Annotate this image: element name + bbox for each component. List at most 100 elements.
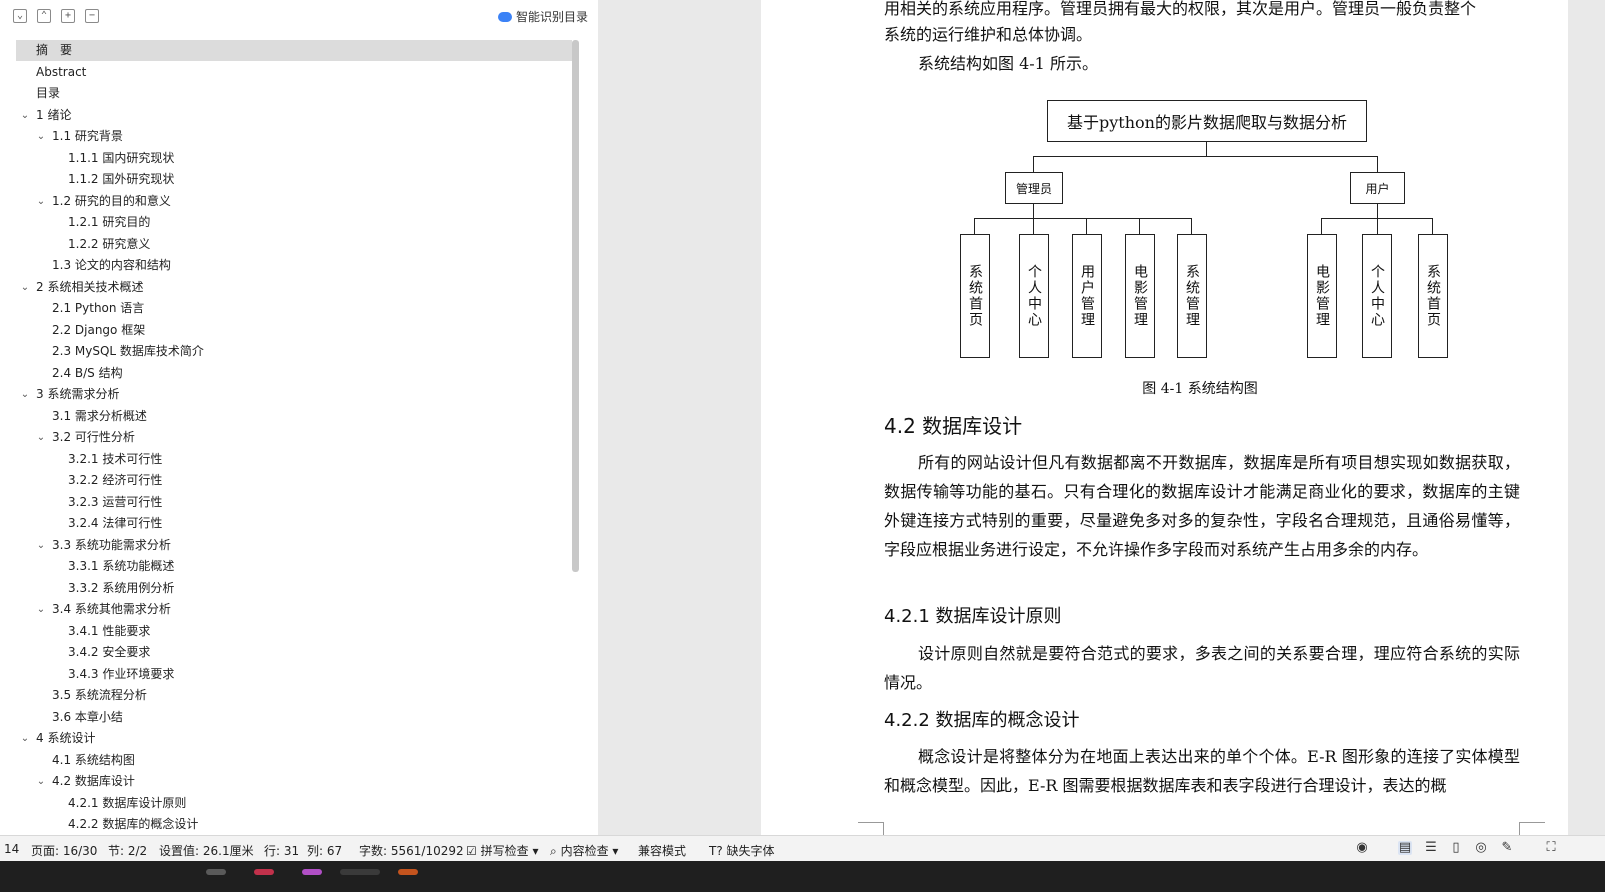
chevron-down-icon[interactable]: ⌄ bbox=[20, 728, 30, 749]
toc-item[interactable]: 3.2.4 法律可行性 bbox=[16, 513, 572, 534]
page-corner-mark bbox=[858, 822, 884, 823]
toc-item-label: 1.3 论文的内容和结构 bbox=[52, 258, 171, 272]
taskbar-app-icon[interactable] bbox=[254, 869, 274, 875]
plus-icon[interactable]: + bbox=[61, 9, 75, 23]
toc-item[interactable]: 3.2.3 运营可行性 bbox=[16, 492, 572, 513]
page-corner-mark bbox=[1519, 822, 1545, 823]
toc-item[interactable]: 3.4.2 安全要求 bbox=[16, 642, 572, 663]
principle-paragraph: 设计原则自然就是要符合范式的要求，多表之间的关系要合理，理应符合系统的实际情况。 bbox=[884, 644, 1520, 692]
chevron-down-icon[interactable]: ⌄ bbox=[20, 277, 30, 298]
web-view-icon[interactable]: ◎ bbox=[1474, 841, 1488, 855]
chevron-down-icon[interactable]: ⌄ bbox=[36, 535, 46, 556]
status-left-num: 14 bbox=[4, 842, 20, 856]
diagram-line bbox=[1206, 141, 1207, 156]
chevron-down-icon[interactable]: ⌄ bbox=[20, 384, 30, 405]
navigation-pane: ⌄ ⌃ + − 智能识别目录 摘 要 Abstract 目录 ⌄ 1 绪论 ⌄ 1.1 研究… bbox=[0, 0, 598, 855]
toc-item-label: 3.2 可行性分析 bbox=[52, 430, 135, 444]
expand-all-icon[interactable]: ⌄ bbox=[13, 9, 27, 23]
toc-item[interactable]: 4.1 系统结构图 bbox=[16, 750, 572, 771]
status-words[interactable]: 字数: 5561/10292 bbox=[359, 842, 464, 859]
content-check-button[interactable]: ⌕ 内容检查 ▾ bbox=[550, 842, 618, 859]
toc-item-label: 1.2.2 研究意义 bbox=[68, 236, 151, 251]
collapse-all-icon[interactable]: ⌃ bbox=[37, 9, 51, 23]
pen-icon[interactable]: ✎ bbox=[1500, 841, 1514, 855]
toc-item[interactable]: 3.2.1 技术可行性 bbox=[16, 449, 572, 470]
toc-item[interactable]: ⌄ 1.1 研究背景 bbox=[16, 126, 572, 147]
toc-item[interactable]: ⌄ 3 系统需求分析 bbox=[16, 384, 572, 405]
page-view-icon[interactable]: ▤ bbox=[1398, 841, 1412, 855]
eye-icon[interactable]: ◉ bbox=[1355, 841, 1369, 855]
toc-item[interactable]: ⌄ 1.2 研究的目的和意义 bbox=[16, 191, 572, 212]
toc-item[interactable]: 4.2.2 数据库的概念设计 bbox=[16, 814, 572, 835]
status-page[interactable]: 页面: 16/30 bbox=[31, 842, 97, 859]
missing-font-button[interactable]: T? 缺失字体 bbox=[709, 842, 775, 859]
toc-item[interactable]: ⌄ 4 系统设计 bbox=[16, 728, 572, 749]
outline-view-icon[interactable]: ☰ bbox=[1424, 841, 1438, 855]
toc-item[interactable]: 1.2.2 研究意义 bbox=[16, 234, 572, 255]
toc-item[interactable]: 目录 bbox=[16, 83, 572, 104]
toc-item[interactable]: 3.3.2 系统用例分析 bbox=[16, 578, 572, 599]
toc-item-label: 4.2.1 数据库设计原则 bbox=[68, 795, 187, 810]
chevron-down-icon[interactable]: ⌄ bbox=[20, 105, 30, 126]
toc-item[interactable]: ⌄ 3.2 可行性分析 bbox=[16, 427, 572, 448]
taskbar-app-icon[interactable] bbox=[302, 869, 322, 875]
toc-item[interactable]: 3.4.1 性能要求 bbox=[16, 621, 572, 642]
chevron-down-icon[interactable]: ⌄ bbox=[36, 427, 46, 448]
toc-item[interactable]: 摘 要 bbox=[16, 40, 572, 61]
toc-item-label: 1.2.1 研究目的 bbox=[68, 215, 151, 229]
diagram-line bbox=[974, 218, 975, 234]
spell-check-button[interactable]: ☑ 拼写检查 ▾ bbox=[466, 842, 538, 859]
toc-item[interactable]: 4.2.1 数据库设计原则 bbox=[16, 793, 572, 814]
toc-item-label: 1.1 研究背景 bbox=[52, 129, 123, 143]
toc-item[interactable]: 3.3.1 系统功能概述 bbox=[16, 556, 572, 577]
toc-item[interactable]: 3.1 需求分析概述 bbox=[16, 406, 572, 427]
status-setting[interactable]: 设置值: 26.1厘米 bbox=[159, 842, 254, 859]
concept-paragraph: 概念设计是将整体分为在地面上表达出来的单个个体。E-R 图形象的连接了实体模型和… bbox=[884, 747, 1520, 795]
toc-scrollbar[interactable] bbox=[572, 40, 579, 572]
toc-item-label: 3.3.1 系统功能概述 bbox=[68, 559, 175, 573]
toc-item-label: 1.1.1 国内研究现状 bbox=[68, 150, 175, 165]
toc-item[interactable]: 1.2.1 研究目的 bbox=[16, 212, 572, 233]
toc-item[interactable]: ⌄ 2 系统相关技术概述 bbox=[16, 277, 572, 298]
chevron-down-icon[interactable]: ⌄ bbox=[36, 599, 46, 620]
toc-item[interactable]: 3.6 本章小结 bbox=[16, 707, 572, 728]
check-icon: ☑ bbox=[466, 844, 477, 858]
diagram-user-leaf: 个人中心 bbox=[1362, 234, 1392, 358]
content-check-label: 内容检查 bbox=[560, 844, 609, 858]
toc-item[interactable]: 2.2 Django 框架 bbox=[16, 320, 572, 341]
toc-item[interactable]: 1.1.2 国外研究现状 bbox=[16, 169, 572, 190]
toc-item[interactable]: 3.2.2 经济可行性 bbox=[16, 470, 572, 491]
structure-ref: 系统结构如图 4-1 所示。 bbox=[918, 54, 1098, 73]
chevron-down-icon[interactable]: ⌄ bbox=[36, 126, 46, 147]
chevron-down-icon[interactable]: ⌄ bbox=[36, 771, 46, 792]
reading-view-icon[interactable]: ▯ bbox=[1449, 841, 1463, 855]
toc-item[interactable]: 1.3 论文的内容和结构 bbox=[16, 255, 572, 276]
diagram-user-leaf: 电影管理 bbox=[1307, 234, 1337, 358]
taskbar-app-icon[interactable] bbox=[398, 869, 418, 875]
toc-item[interactable]: 2.1 Python 语言 bbox=[16, 298, 572, 319]
toc-item[interactable]: Abstract bbox=[16, 62, 572, 83]
toc-item[interactable]: ⌄ 1 绪论 bbox=[16, 105, 572, 126]
diagram-line bbox=[1191, 218, 1192, 234]
toc-item[interactable]: ⌄ 3.3 系统功能需求分析 bbox=[16, 535, 572, 556]
status-bar: 14 页面: 16/30 节: 2/2 设置值: 26.1厘米 行: 31 列:… bbox=[0, 835, 1605, 862]
toc-list: 摘 要 Abstract 目录 ⌄ 1 绪论 ⌄ 1.1 研究背景 1.1.1 国内研究现状 1… bbox=[16, 40, 591, 855]
taskbar-app-icon[interactable] bbox=[206, 869, 226, 875]
toc-item[interactable]: 2.4 B/S 结构 bbox=[16, 363, 572, 384]
toc-item[interactable]: 3.4.3 作业环境要求 bbox=[16, 664, 572, 685]
heading-db-principle: 4.2.1 数据库设计原则 bbox=[884, 606, 1062, 627]
diagram-admin-leaf: 个人中心 bbox=[1019, 234, 1049, 358]
fullscreen-icon[interactable]: ⛶ bbox=[1544, 841, 1558, 855]
minus-icon[interactable]: − bbox=[85, 9, 99, 23]
toc-item[interactable]: 3.5 系统流程分析 bbox=[16, 685, 572, 706]
smart-toc-button[interactable]: 智能识别目录 bbox=[497, 8, 588, 25]
toc-item[interactable]: 2.3 MySQL 数据库技术简介 bbox=[16, 341, 572, 362]
toc-item[interactable]: ⌄ 3.4 系统其他需求分析 bbox=[16, 599, 572, 620]
toc-item[interactable]: 1.1.1 国内研究现状 bbox=[16, 148, 572, 169]
compat-mode[interactable]: 兼容模式 bbox=[638, 842, 686, 859]
chevron-down-icon[interactable]: ⌄ bbox=[36, 191, 46, 212]
taskbar-app-icon[interactable] bbox=[340, 869, 380, 875]
toc-item-label: 3.4.1 性能要求 bbox=[68, 623, 151, 638]
toc-item-label: 3.1 需求分析概述 bbox=[52, 408, 147, 423]
toc-item[interactable]: ⌄ 4.2 数据库设计 bbox=[16, 771, 572, 792]
